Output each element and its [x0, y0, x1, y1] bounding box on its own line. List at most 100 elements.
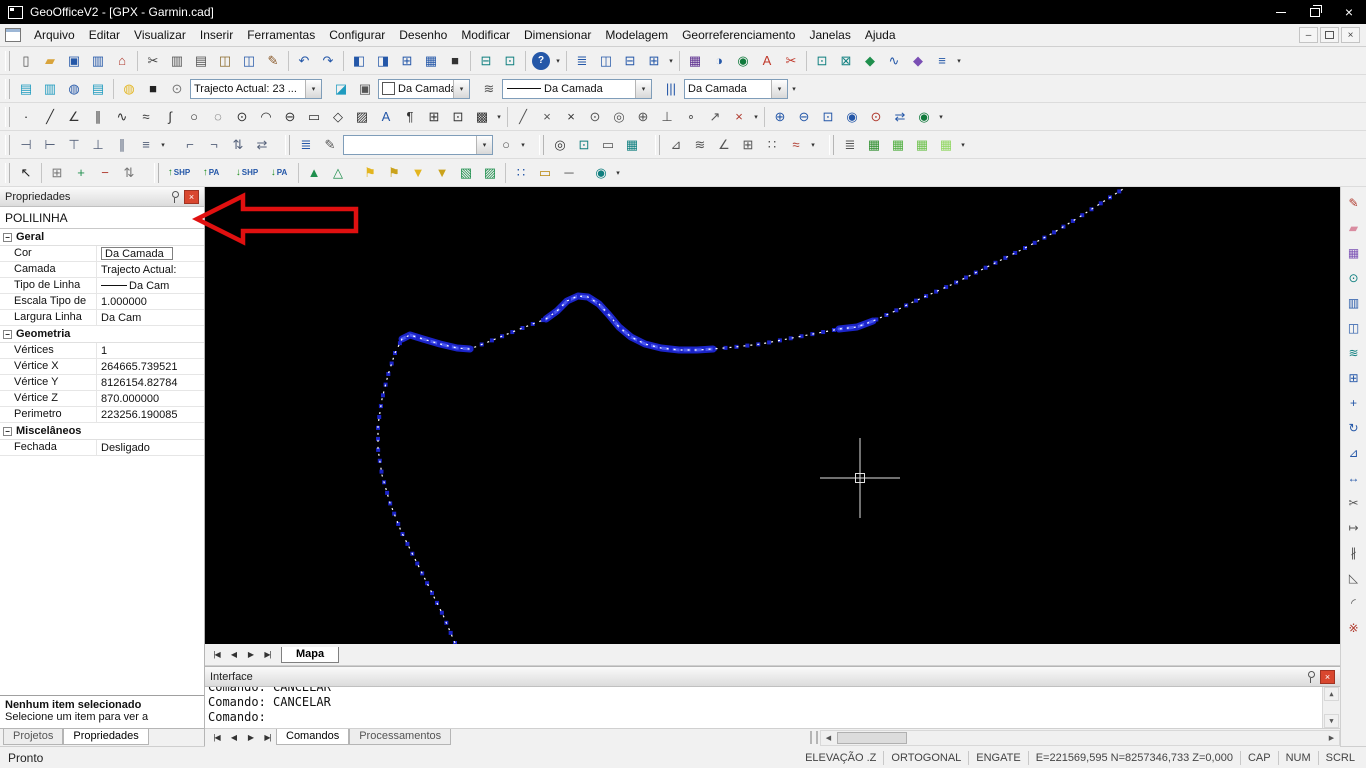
zoom-previous-icon[interactable]: ⊙ — [864, 105, 888, 129]
status-engate[interactable]: ENGATE — [969, 752, 1027, 764]
zoom-extents-icon[interactable]: ◉ — [840, 105, 864, 129]
copy-properties-icon[interactable]: ▤ — [189, 49, 213, 73]
tab-propriedades[interactable]: Propriedades — [63, 729, 149, 745]
scroll-left-icon[interactable]: ◀ — [821, 731, 836, 745]
terrain-contours-icon[interactable]: ▦ — [886, 133, 910, 157]
zoom-out-icon[interactable]: ⊖ — [792, 105, 816, 129]
compass-icon[interactable]: ◉ — [589, 161, 613, 185]
block-combo[interactable]: ▾ — [343, 134, 493, 155]
fillet-icon[interactable]: ◜ — [1343, 591, 1365, 614]
property-row-tipo-de-linha[interactable]: Tipo de Linha Da Cam — [0, 278, 204, 294]
horizontal-scrollbar[interactable]: ◀ ▶ — [820, 730, 1340, 746]
nav-last-button[interactable]: ▶| — [259, 647, 276, 663]
save-all-icon[interactable]: ▥ — [86, 49, 110, 73]
command-log-area[interactable]: Comando: CANCELAR Comando: CANCELAR Comand… — [205, 687, 1340, 729]
materials-icon[interactable]: ◆ — [906, 49, 930, 73]
viewport-quad-icon[interactable]: ⊞ — [395, 49, 419, 73]
tin-edit-icon[interactable]: △ — [326, 161, 350, 185]
redo-icon[interactable]: ↷ — [316, 49, 340, 73]
waypoint-add-icon[interactable]: ⚑ — [382, 161, 406, 185]
block-edit-icon[interactable]: ✎ — [318, 133, 342, 157]
cut-icon[interactable]: ✂ — [141, 49, 165, 73]
draw-spline-icon[interactable]: ≈ — [134, 105, 158, 129]
value-box[interactable]: Da Camada — [101, 247, 173, 260]
print-icon[interactable]: ⊟ — [474, 49, 498, 73]
zoom-window-icon[interactable]: ⊡ — [816, 105, 840, 129]
property-group-miscelâneos[interactable]: − Miscelâneos — [0, 423, 204, 440]
draw-hatch-icon[interactable]: ▨ — [350, 105, 374, 129]
tile-horizontal-icon[interactable]: ⊟ — [618, 49, 642, 73]
property-row-cor[interactable]: Cor Da Camada — [0, 246, 204, 262]
paste-special-icon[interactable]: ◫ — [237, 49, 261, 73]
layer-states-icon[interactable]: ▥ — [38, 77, 62, 101]
property-row-fechada[interactable]: Fechada Desligado — [0, 440, 204, 456]
property-row-largura-linha[interactable]: Largura Linha Da Cam — [0, 310, 204, 326]
status-num[interactable]: NUM — [1279, 752, 1318, 764]
layer-on-off-icon[interactable]: ◍ — [117, 77, 141, 101]
edit-attributes-icon[interactable]: ✎ — [1343, 191, 1365, 214]
pin-icon[interactable] — [170, 190, 180, 203]
cascade-windows-icon[interactable]: ⊞ — [642, 49, 666, 73]
copy-icon[interactable]: ▥ — [165, 49, 189, 73]
draw-mtext-icon[interactable]: ¶ — [398, 105, 422, 129]
draw-ellipse-icon[interactable]: ⊖ — [278, 105, 302, 129]
property-row-perimetro[interactable]: Perimetro 223256.190085 — [0, 407, 204, 423]
flip-vertical-icon[interactable]: ⇅ — [226, 133, 250, 157]
dropdown-arrow[interactable]: ▾ — [518, 134, 528, 156]
lineweight-combo[interactable]: Da Camada ▾ — [684, 78, 788, 99]
color-combo-arrow[interactable]: ▾ — [453, 79, 469, 98]
property-row-vértice-x[interactable]: Vértice X 264665.739521 — [0, 359, 204, 375]
trim-icon[interactable]: ✂ — [1343, 491, 1365, 514]
scrollbar-track[interactable] — [836, 731, 1324, 745]
distribute-vertical-icon[interactable]: ≡ — [134, 133, 158, 157]
hemisphere-icon[interactable]: ◑ — [707, 49, 731, 73]
minimize-button[interactable] — [1264, 0, 1298, 24]
collapse-tool-icon[interactable]: ─ — [557, 161, 581, 185]
dropdown-arrow[interactable]: ▾ — [666, 50, 676, 72]
stretch-icon[interactable]: ↔ — [1343, 466, 1365, 489]
scrollbar-thumb[interactable] — [837, 732, 907, 744]
lineweight-icon-icon[interactable]: ||| — [659, 77, 683, 101]
undo-icon[interactable]: ↶ — [292, 49, 316, 73]
insert-symbol-icon[interactable]: ○ — [494, 133, 518, 157]
measure-grid-icon[interactable]: ⊞ — [736, 133, 760, 157]
insert-block-icon[interactable]: ⊡ — [446, 105, 470, 129]
pan-icon[interactable]: ⇄ — [888, 105, 912, 129]
distribute-horizontal-icon[interactable]: ∥ — [110, 133, 134, 157]
tab-mapa[interactable]: Mapa — [281, 646, 340, 663]
waypoint-pin-icon[interactable]: ⚑ — [358, 161, 382, 185]
toolbar-grip[interactable] — [5, 134, 10, 155]
snap-midpoint-icon[interactable]: × — [535, 105, 559, 129]
property-row-vértices[interactable]: Vértices 1 — [0, 343, 204, 359]
draw-circle-3p-icon[interactable]: ⊙ — [230, 105, 254, 129]
measure-multiple-icon[interactable]: ∷ — [760, 133, 784, 157]
lineweight-combo-arrow[interactable]: ▾ — [771, 79, 787, 98]
tab-processamentos[interactable]: Processamentos — [349, 729, 452, 745]
view-screen-icon[interactable]: ⊡ — [572, 133, 596, 157]
toolbar-grip[interactable] — [5, 106, 10, 127]
status-elevation[interactable]: ELEVAÇÃO .Z — [798, 752, 883, 764]
toolbar-grip[interactable] — [285, 134, 290, 155]
nav-next-button[interactable]: ▶ — [242, 729, 259, 745]
block-combo-arrow[interactable]: ▾ — [476, 135, 492, 154]
snap-intersection-icon[interactable]: × — [559, 105, 583, 129]
layer-combo[interactable]: Trajecto Actual: 23 ... ▾ — [190, 78, 322, 99]
offset-icon[interactable]: ≋ — [1343, 341, 1365, 364]
property-group-geral[interactable]: − Geral — [0, 229, 204, 246]
viewport-horizontal-icon[interactable]: ◨ — [371, 49, 395, 73]
viewport-full-icon[interactable]: ■ — [443, 49, 467, 73]
color-palette-icon[interactable]: ▦ — [1343, 241, 1365, 264]
select-objects-icon[interactable]: ↖ — [14, 161, 38, 185]
align-top-icon[interactable]: ⊤ — [62, 133, 86, 157]
dropdown-arrow[interactable]: ▾ — [954, 50, 964, 72]
profile-zigzag-icon[interactable]: ≈ — [784, 133, 808, 157]
draw-table-icon[interactable]: ⊞ — [422, 105, 446, 129]
toolbar-grip[interactable] — [5, 162, 10, 183]
nav-last-button[interactable]: ▶| — [259, 729, 276, 745]
filter-funnel-icon[interactable]: ▼ — [406, 161, 430, 185]
snap-nearest-icon[interactable]: ↗ — [703, 105, 727, 129]
menu-editar[interactable]: Editar — [82, 25, 127, 45]
close-document-button[interactable]: × — [1341, 27, 1360, 43]
snap-tangent-icon[interactable]: ⊕ — [631, 105, 655, 129]
dropdown-arrow[interactable]: ▾ — [789, 78, 799, 100]
